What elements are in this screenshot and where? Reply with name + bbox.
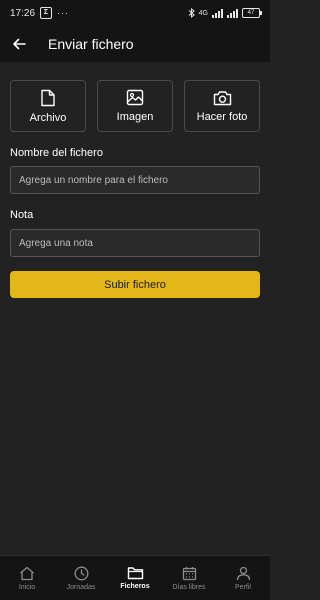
nav-label-inicio: Inicio [18,583,36,591]
note-input[interactable] [10,229,260,257]
image-icon [126,89,144,106]
clock-icon [74,566,88,580]
option-camera-button[interactable]: Hacer foto [184,80,260,132]
nav-label-jornadas: Jornadas [66,583,96,591]
option-file-button[interactable]: Archivo [10,80,86,132]
filename-label: Nombre del fichero [10,147,103,159]
signal-icon [212,8,223,18]
option-file-label: Archivo [29,111,67,124]
more-notifications-icon: ··· [57,8,70,18]
option-image-label: Imagen [116,111,154,123]
filename-input[interactable] [10,166,260,194]
submit-button[interactable]: Subir fichero [10,271,260,298]
calendar-icon [182,566,196,580]
nav-item-ficheros[interactable]: Ficheros [108,566,162,590]
status-bar: 17:26 Σ ··· 4G 47 [0,0,270,26]
nav-item-jornadas[interactable]: Jornadas [54,566,108,591]
app-bar: Enviar fichero [0,26,270,62]
network-type: 4G [198,9,208,17]
camera-icon [213,90,231,105]
home-icon [20,566,34,580]
nav-item-perfil[interactable]: Perfil [216,566,270,591]
user-icon [236,566,250,580]
status-right: 4G 47 [188,8,262,18]
upload-options: Archivo Imagen Hacer foto [10,80,260,132]
signal-icon-2 [227,8,238,18]
option-image-button[interactable]: Imagen [97,80,173,132]
status-left: 17:26 Σ ··· [10,7,69,19]
battery-icon: 47 [242,8,262,18]
bluetooth-icon [188,8,195,18]
status-time: 17:26 [10,7,36,19]
nav-label-dias-libres: Días libres [172,583,206,591]
nav-item-inicio[interactable]: Inicio [0,566,54,591]
folder-icon [127,567,143,580]
option-camera-label: Hacer foto [196,110,248,123]
file-icon [41,89,55,106]
nav-label-perfil: Perfil [235,583,251,591]
nav-item-dias-libres[interactable]: Días libres [162,566,216,591]
note-label: Nota [10,209,34,221]
notification-icon: Σ [40,7,53,19]
back-button[interactable] [8,33,30,55]
bottom-nav: Inicio Jornadas Ficheros Días libres Per… [0,555,270,600]
arrow-left-icon [13,38,26,50]
nav-label-ficheros: Ficheros [120,583,150,590]
page-title: Enviar fichero [48,36,134,52]
